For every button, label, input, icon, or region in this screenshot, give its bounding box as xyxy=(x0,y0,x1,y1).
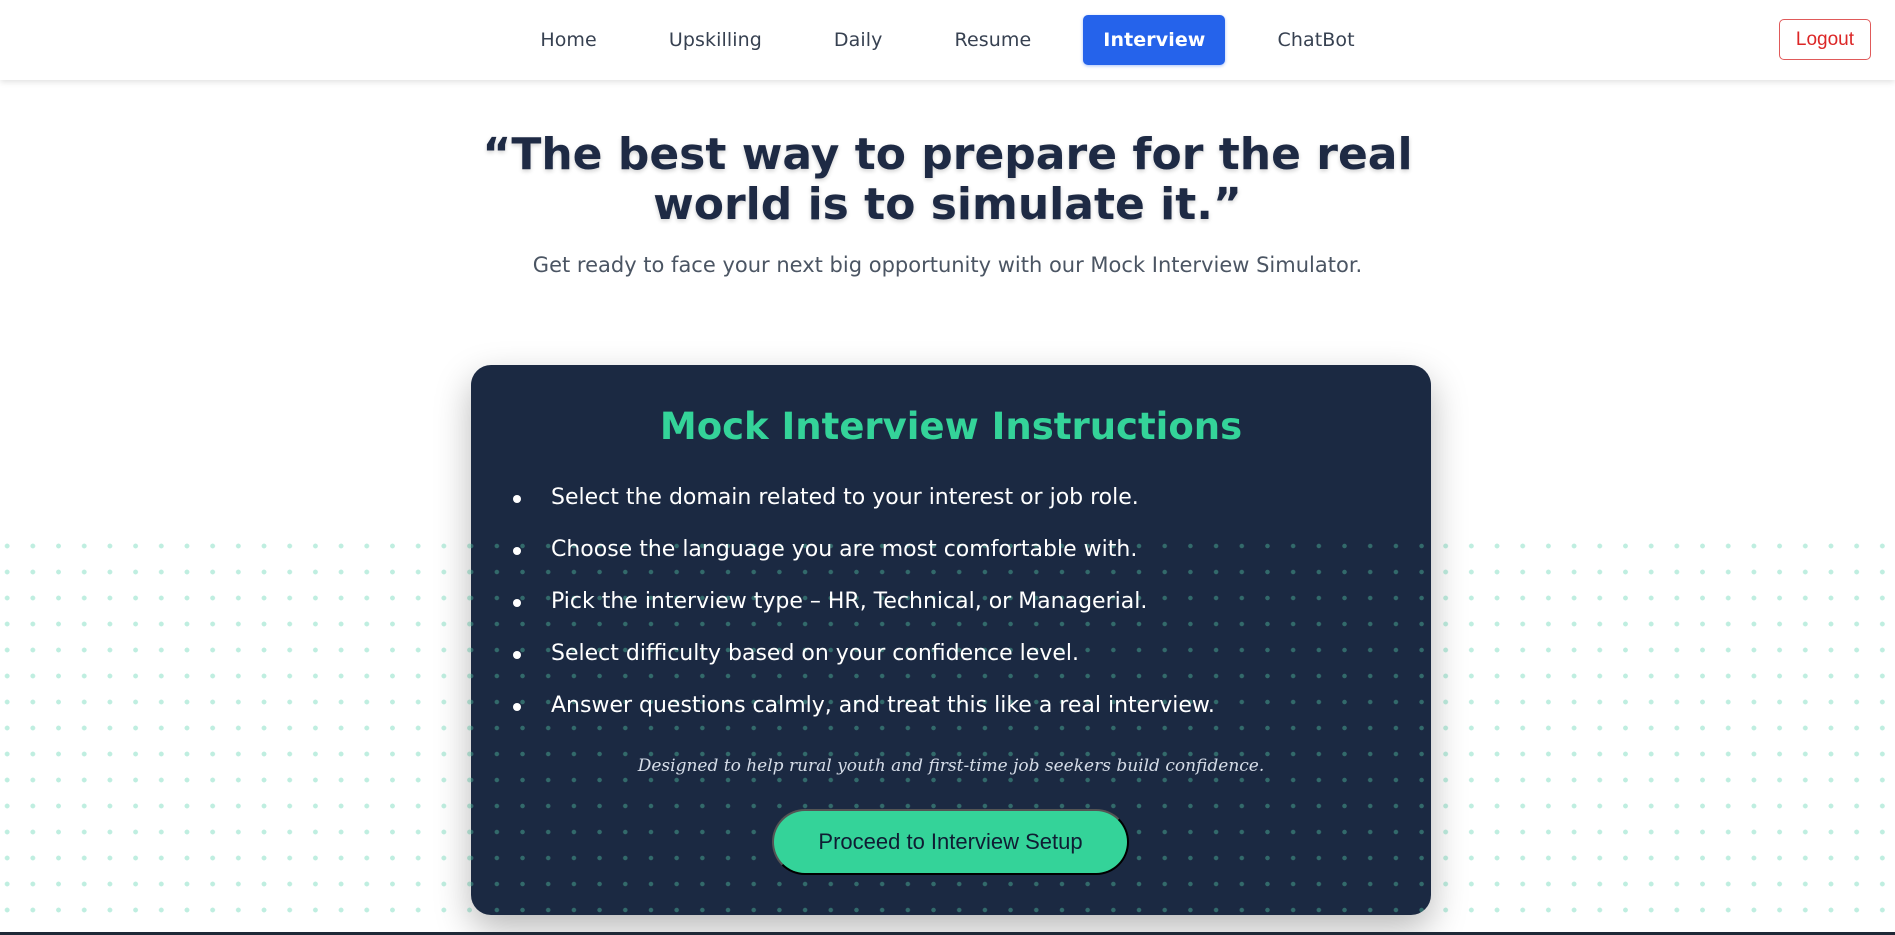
instruction-item: Answer questions calmly, and treat this … xyxy=(509,691,1389,743)
instruction-item: Choose the language you are most comfort… xyxy=(509,535,1389,587)
proceed-button[interactable]: Proceed to Interview Setup xyxy=(772,809,1129,875)
instruction-item: Select the domain related to your intere… xyxy=(509,483,1389,535)
card-title: Mock Interview Instructions xyxy=(659,405,1243,448)
hero-quote: “The best way to prepare for the real wo… xyxy=(0,130,1895,230)
nav-resume[interactable]: Resume xyxy=(935,15,1052,65)
instructions-list: Select the domain related to your intere… xyxy=(509,483,1389,743)
instruction-item: Select difficulty based on your confiden… xyxy=(509,639,1389,691)
page: Home Upskilling Daily Resume Interview C… xyxy=(0,0,1895,935)
hero-subtitle: Get ready to face your next big opportun… xyxy=(532,253,1363,277)
nav-upskilling[interactable]: Upskilling xyxy=(649,15,782,65)
hero-quote-line-2: world is to simulate it.” xyxy=(653,179,1242,230)
nav-interview[interactable]: Interview xyxy=(1083,15,1226,65)
nav-daily[interactable]: Daily xyxy=(814,15,903,65)
nav-chatbot[interactable]: ChatBot xyxy=(1257,15,1374,65)
nav-home[interactable]: Home xyxy=(520,15,617,65)
nav-links: Home Upskilling Daily Resume Interview C… xyxy=(0,15,1895,65)
hero-quote-line-1: “The best way to prepare for the real xyxy=(482,129,1413,180)
card-note: Designed to help rural youth and first-t… xyxy=(637,756,1265,776)
top-navbar: Home Upskilling Daily Resume Interview C… xyxy=(0,0,1895,80)
instruction-item: Pick the interview type – HR, Technical,… xyxy=(509,587,1389,639)
logout-button[interactable]: Logout xyxy=(1778,19,1871,60)
instructions-card: Mock Interview Instructions Select the d… xyxy=(471,365,1431,915)
